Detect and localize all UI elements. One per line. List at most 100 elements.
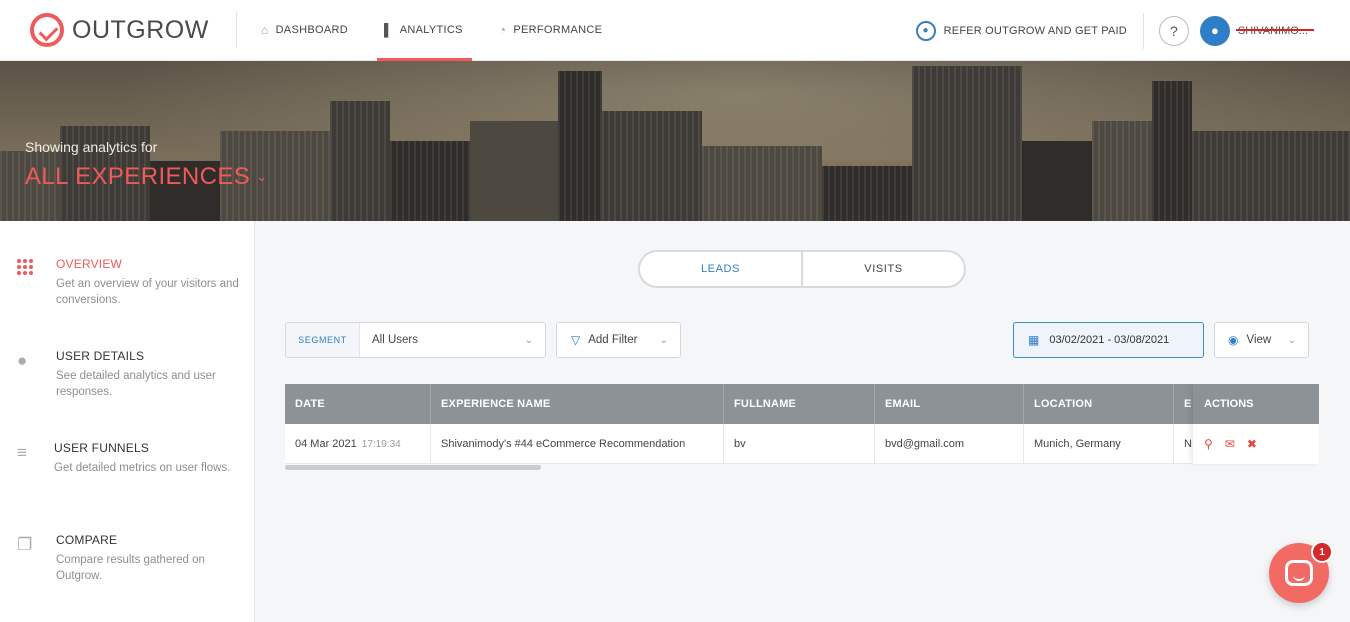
- refer-link[interactable]: ● REFER OUTGROW AND GET PAID: [915, 20, 1127, 41]
- compare-icon: ❐: [17, 535, 33, 554]
- tab-visits[interactable]: VISITS: [803, 252, 964, 286]
- hero-banner: Showing analytics for ALL EXPERIENCES ⌄: [0, 61, 1350, 221]
- cell-location: Munich, Germany: [1024, 424, 1174, 464]
- main-nav: ⌂ DASHBOARD ▌ ANALYTICS ◔ PERFORMANCE: [261, 0, 638, 61]
- sidebar-item-compare[interactable]: ❐ COMPARE Compare results gathered on Ou…: [0, 533, 255, 593]
- chevron-down-icon: ⌄: [1287, 334, 1296, 346]
- chat-notification-badge: 1: [1311, 541, 1333, 563]
- add-filter-label: Add Filter: [588, 334, 638, 346]
- column-header-date[interactable]: DATE: [285, 384, 431, 424]
- actions-column: ACTIONS ⚲ ✉ ✖: [1193, 384, 1319, 464]
- hero-subtitle: Showing analytics for: [25, 139, 158, 155]
- nav-dashboard-label: DASHBOARD: [275, 24, 348, 36]
- eye-icon: ◉: [1228, 333, 1239, 347]
- cell-time-value: 17:19:34: [361, 438, 401, 450]
- skyline-building: [1022, 141, 1092, 221]
- tab-leads[interactable]: LEADS: [640, 252, 803, 286]
- table-horizontal-scrollbar[interactable]: [285, 465, 541, 470]
- segment-label: SEGMENT: [286, 323, 360, 357]
- chat-icon: [1285, 560, 1313, 586]
- avatar[interactable]: ●: [1199, 15, 1230, 46]
- table-row[interactable]: 04 Mar 2021 17:19:34 Shivanimody's #44 e…: [285, 424, 1319, 464]
- skyline-building: [1092, 121, 1152, 221]
- sidebar-item-overview[interactable]: OVERVIEW Get an overview of your visitor…: [0, 257, 255, 317]
- cell-date: 04 Mar 2021 17:19:34: [285, 424, 431, 464]
- filter-icon: ▽: [571, 333, 581, 347]
- skyline-building: [330, 101, 390, 221]
- outgrow-logo-icon: [30, 13, 64, 47]
- sidebar-item-user-funnels[interactable]: ≡ USER FUNNELS Get detailed metrics on u…: [0, 441, 255, 501]
- refer-label: REFER OUTGROW AND GET PAID: [943, 24, 1127, 37]
- sidebar-item-title: USER FUNNELS: [54, 441, 150, 455]
- nav-divider: [236, 12, 237, 48]
- sidebar-item-user-details[interactable]: ● USER DETAILS See detailed analytics an…: [0, 349, 255, 409]
- nav-analytics[interactable]: ▌ ANALYTICS: [376, 0, 472, 61]
- experience-selector[interactable]: ALL EXPERIENCES ⌄: [25, 163, 268, 191]
- skyline-building: [1192, 131, 1350, 221]
- user-icon: ●: [17, 351, 28, 370]
- right-divider: [1142, 12, 1144, 49]
- nav-analytics-label: ANALYTICS: [399, 24, 463, 36]
- skyline-building: [702, 146, 822, 221]
- chevron-down-icon: ⌄: [659, 334, 668, 346]
- segment-dropdown[interactable]: SEGMENT All Users ⌄: [285, 322, 546, 358]
- segment-value: All Users: [372, 334, 419, 346]
- cell-email: bvd@gmail.com: [875, 424, 1024, 464]
- column-header-email[interactable]: EMAIL: [875, 384, 1024, 424]
- help-button[interactable]: ?: [1158, 15, 1189, 46]
- hero-text: Showing analytics for ALL EXPERIENCES ⌄: [25, 139, 268, 191]
- username[interactable]: SHIVANIMO...: [1235, 25, 1315, 37]
- sidebar-item-title: OVERVIEW: [56, 257, 123, 271]
- column-header-actions: ACTIONS: [1193, 384, 1319, 424]
- skyline-building: [822, 166, 912, 221]
- mail-icon[interactable]: ✉: [1225, 437, 1235, 451]
- speedometer-icon: ◔: [498, 23, 507, 37]
- chevron-down-icon: ⌄: [256, 169, 268, 184]
- sidebar-item-title: USER DETAILS: [56, 349, 145, 363]
- add-filter-button[interactable]: ▽ Add Filter ⌄: [556, 322, 681, 358]
- column-header-fullname[interactable]: FULLNAME: [724, 384, 875, 424]
- column-header-location[interactable]: LOCATION: [1024, 384, 1174, 424]
- table-header: DATE EXPERIENCE NAME FULLNAME EMAIL LOCA…: [285, 384, 1319, 424]
- search-icon[interactable]: ⚲: [1204, 437, 1213, 451]
- nav-dashboard[interactable]: ⌂ DASHBOARD: [261, 0, 348, 61]
- sidebar-item-desc: See detailed analytics and user response…: [56, 370, 216, 398]
- leads-table: DATE EXPERIENCE NAME FULLNAME EMAIL LOCA…: [285, 384, 1319, 466]
- view-label: View: [1246, 334, 1272, 346]
- grid-dots-icon: [17, 259, 39, 281]
- cell-experience: Shivanimody's #44 eCommerce Recommendati…: [431, 424, 724, 464]
- close-icon[interactable]: ✖: [1247, 437, 1257, 451]
- view-dropdown[interactable]: ◉ View ⌄: [1214, 322, 1309, 358]
- leads-visits-toggle: LEADS VISITS: [638, 250, 966, 288]
- skyline-building: [390, 141, 470, 221]
- topbar-right: ● REFER OUTGROW AND GET PAID ? ● SHIVANI…: [915, 0, 1350, 61]
- experience-selector-label: ALL EXPERIENCES: [25, 163, 251, 190]
- skyline-building: [912, 66, 1022, 221]
- cell-date-value: 04 Mar 2021: [295, 438, 357, 450]
- bar-chart-icon: ▌: [383, 23, 393, 37]
- chevron-down-icon: ⌄: [524, 334, 533, 346]
- nav-performance[interactable]: ◔ PERFORMANCE: [499, 0, 602, 61]
- nav-performance-label: PERFORMANCE: [513, 24, 603, 36]
- user-icon: ●: [1210, 23, 1219, 38]
- funnel-lines-icon: ≡: [17, 443, 27, 462]
- skyline-building: [1152, 81, 1192, 221]
- date-range-picker[interactable]: ▦ 03/02/2021 - 03/08/2021: [1013, 322, 1204, 358]
- sidebar-item-desc: Get detailed metrics on user flows.: [54, 462, 231, 474]
- sidebar-item-title: COMPARE: [56, 533, 118, 547]
- date-range-value: 03/02/2021 - 03/08/2021: [1049, 334, 1170, 346]
- home-icon: ⌂: [261, 23, 269, 37]
- row-actions: ⚲ ✉ ✖: [1193, 424, 1319, 464]
- skyline-building: [558, 71, 602, 221]
- sidebar-item-desc: Get an overview of your visitors and con…: [56, 278, 239, 306]
- calendar-icon: ▦: [1028, 333, 1040, 347]
- skyline-building: [470, 121, 560, 221]
- brand-name: OUTGROW: [72, 15, 209, 44]
- skyline-building: [602, 111, 702, 221]
- logo[interactable]: OUTGROW: [30, 13, 236, 47]
- top-navbar: OUTGROW ⌂ DASHBOARD ▌ ANALYTICS ◔ PERFOR…: [0, 0, 1350, 61]
- analytics-sidebar: OVERVIEW Get an overview of your visitor…: [0, 221, 255, 622]
- cell-fullname: bv: [724, 424, 875, 464]
- refer-people-icon: ●: [915, 20, 936, 41]
- column-header-experience[interactable]: EXPERIENCE NAME: [431, 384, 724, 424]
